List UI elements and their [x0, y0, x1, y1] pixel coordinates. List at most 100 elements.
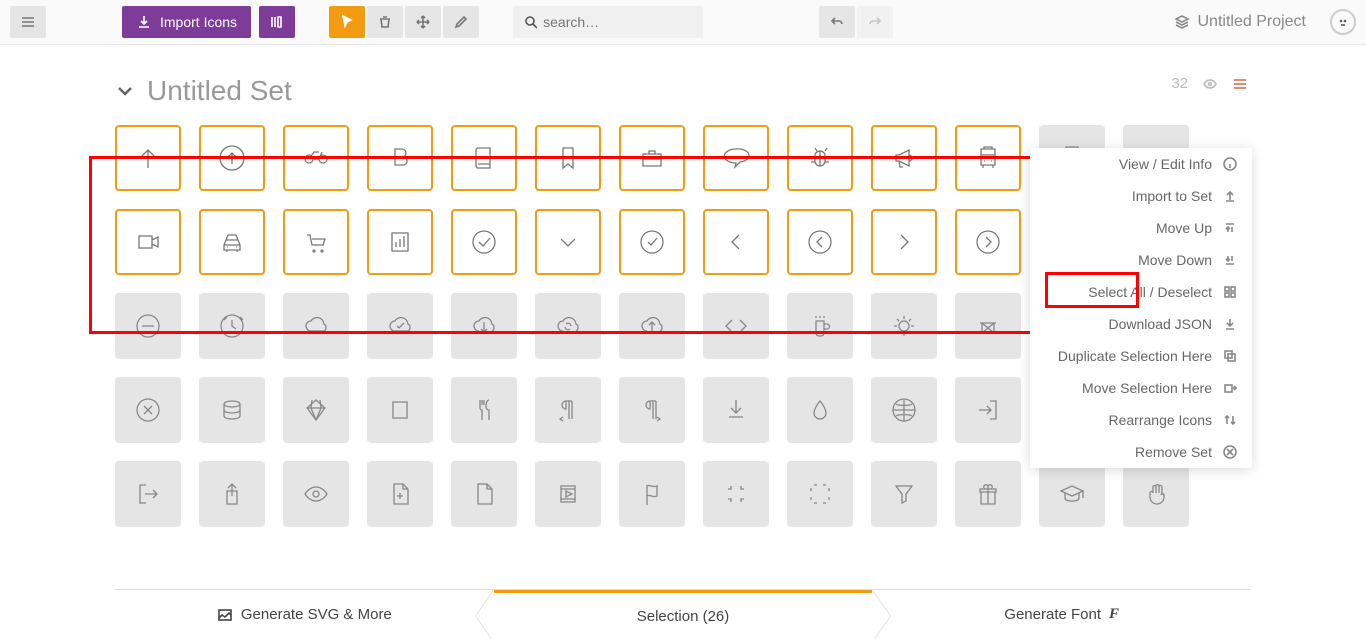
icon-paragraph-ltr[interactable]: [535, 377, 601, 443]
icon-bug[interactable]: [787, 125, 853, 191]
icon-database[interactable]: [199, 377, 265, 443]
icon-logout[interactable]: [115, 461, 181, 527]
icon-arrow-up[interactable]: [115, 125, 181, 191]
set-meta: 32: [1171, 75, 1248, 92]
redo-button[interactable]: [857, 6, 893, 38]
icon-cutlery[interactable]: [451, 377, 517, 443]
icon-bus[interactable]: [955, 125, 1021, 191]
movesel-icon: [1222, 380, 1238, 396]
menu-item-movedown[interactable]: Move Down: [1030, 244, 1252, 276]
icon-comment[interactable]: [703, 125, 769, 191]
search-input[interactable]: [543, 14, 693, 30]
icon-download[interactable]: [703, 377, 769, 443]
coffee-icon: [805, 311, 835, 341]
undo-button[interactable]: [819, 6, 855, 38]
icon-cog[interactable]: [871, 293, 937, 359]
menu-item-movesel[interactable]: Move Selection Here: [1030, 372, 1252, 404]
icon-file-add[interactable]: [367, 461, 433, 527]
chevron-right-icon: [889, 227, 919, 257]
briefcase-icon: [637, 143, 667, 173]
icon-funnel[interactable]: [871, 461, 937, 527]
icon-share[interactable]: [199, 461, 265, 527]
menu-item-grid[interactable]: Select All / Deselect: [1030, 276, 1252, 308]
icon-globe[interactable]: [871, 377, 937, 443]
chevron-down-icon[interactable]: [115, 81, 135, 101]
icon-arrow-up-circle[interactable]: [199, 125, 265, 191]
icon-cart[interactable]: [283, 209, 349, 275]
footer-tabs: Generate SVG & More Selection (26) Gener…: [115, 589, 1251, 639]
icon-video[interactable]: [115, 209, 181, 275]
edit-tool-button[interactable]: [443, 6, 479, 38]
icon-gift[interactable]: [955, 461, 1021, 527]
icon-cloud-upload[interactable]: [619, 293, 685, 359]
icon-bookmark[interactable]: [535, 125, 601, 191]
menu-item-remove[interactable]: Remove Set: [1030, 436, 1252, 468]
select-tool-button[interactable]: [329, 6, 365, 38]
icon-bicycle[interactable]: [283, 125, 349, 191]
icon-cloud-sync[interactable]: [535, 293, 601, 359]
icon-cloud-check[interactable]: [367, 293, 433, 359]
icon-chevron-right-circle[interactable]: [955, 209, 1021, 275]
menu-item-upload[interactable]: Import to Set: [1030, 180, 1252, 212]
generate-svg-tab[interactable]: Generate SVG & More: [115, 590, 494, 639]
icon-file[interactable]: [451, 461, 517, 527]
icon-chevron-left-circle[interactable]: [787, 209, 853, 275]
check-circle-thin-icon: [469, 227, 499, 257]
icon-car[interactable]: [199, 209, 265, 275]
icon-construction[interactable]: [955, 293, 1021, 359]
diamond-icon: [301, 395, 331, 425]
icon-eye[interactable]: [283, 461, 349, 527]
icon-fullscreen[interactable]: [787, 461, 853, 527]
x-circle-icon: [133, 395, 163, 425]
icon-fullscreen-exit[interactable]: [703, 461, 769, 527]
icon-check-circle[interactable]: [619, 209, 685, 275]
search-box[interactable]: [513, 6, 703, 38]
icon-code[interactable]: [703, 293, 769, 359]
icon-drop[interactable]: [787, 377, 853, 443]
library-button[interactable]: [259, 6, 295, 38]
icon-book[interactable]: [451, 125, 517, 191]
move-tool-button[interactable]: [405, 6, 441, 38]
eye-icon[interactable]: [1202, 76, 1218, 92]
icon-clock[interactable]: [199, 293, 265, 359]
menu-item-rearrange[interactable]: Rearrange Icons: [1030, 404, 1252, 436]
set-header: Untitled Set: [115, 75, 1251, 107]
icon-check-circle-thin[interactable]: [451, 209, 517, 275]
icon-chevron-right[interactable]: [871, 209, 937, 275]
icon-cloud[interactable]: [283, 293, 349, 359]
icon-paragraph-rtl[interactable]: [619, 377, 685, 443]
icon-briefcase[interactable]: [619, 125, 685, 191]
import-icons-button[interactable]: Import Icons: [122, 6, 251, 38]
icon-chevron-down[interactable]: [535, 209, 601, 275]
icon-coffee[interactable]: [787, 293, 853, 359]
set-menu-icon[interactable]: [1232, 76, 1248, 92]
car-icon: [217, 227, 247, 257]
icon-login[interactable]: [955, 377, 1021, 443]
icon-bold[interactable]: [367, 125, 433, 191]
icon-bullhorn[interactable]: [871, 125, 937, 191]
icon-graduation[interactable]: [1039, 461, 1105, 527]
icon-chevron-left[interactable]: [703, 209, 769, 275]
edit-tool-group: [329, 6, 479, 38]
icon-video-file[interactable]: [535, 461, 601, 527]
icon-hand[interactable]: [1123, 461, 1189, 527]
icon-chart[interactable]: [367, 209, 433, 275]
menu-button[interactable]: [10, 6, 46, 38]
icon-minus-circle[interactable]: [115, 293, 181, 359]
user-avatar[interactable]: [1330, 9, 1356, 35]
menu-item-duplicate[interactable]: Duplicate Selection Here: [1030, 340, 1252, 372]
share-icon: [217, 479, 247, 509]
selection-tab[interactable]: Selection (26): [494, 590, 873, 639]
project-name[interactable]: Untitled Project: [1174, 13, 1307, 31]
delete-tool-button[interactable]: [367, 6, 403, 38]
menu-item-info[interactable]: View / Edit Info: [1030, 148, 1252, 180]
graduation-icon: [1057, 479, 1087, 509]
icon-flag[interactable]: [619, 461, 685, 527]
generate-font-tab[interactable]: Generate Font F: [872, 590, 1251, 639]
icon-x-circle[interactable]: [115, 377, 181, 443]
menu-item-download[interactable]: Download JSON: [1030, 308, 1252, 340]
icon-dice[interactable]: [367, 377, 433, 443]
icon-cloud-download[interactable]: [451, 293, 517, 359]
menu-item-moveup[interactable]: Move Up: [1030, 212, 1252, 244]
icon-diamond[interactable]: [283, 377, 349, 443]
